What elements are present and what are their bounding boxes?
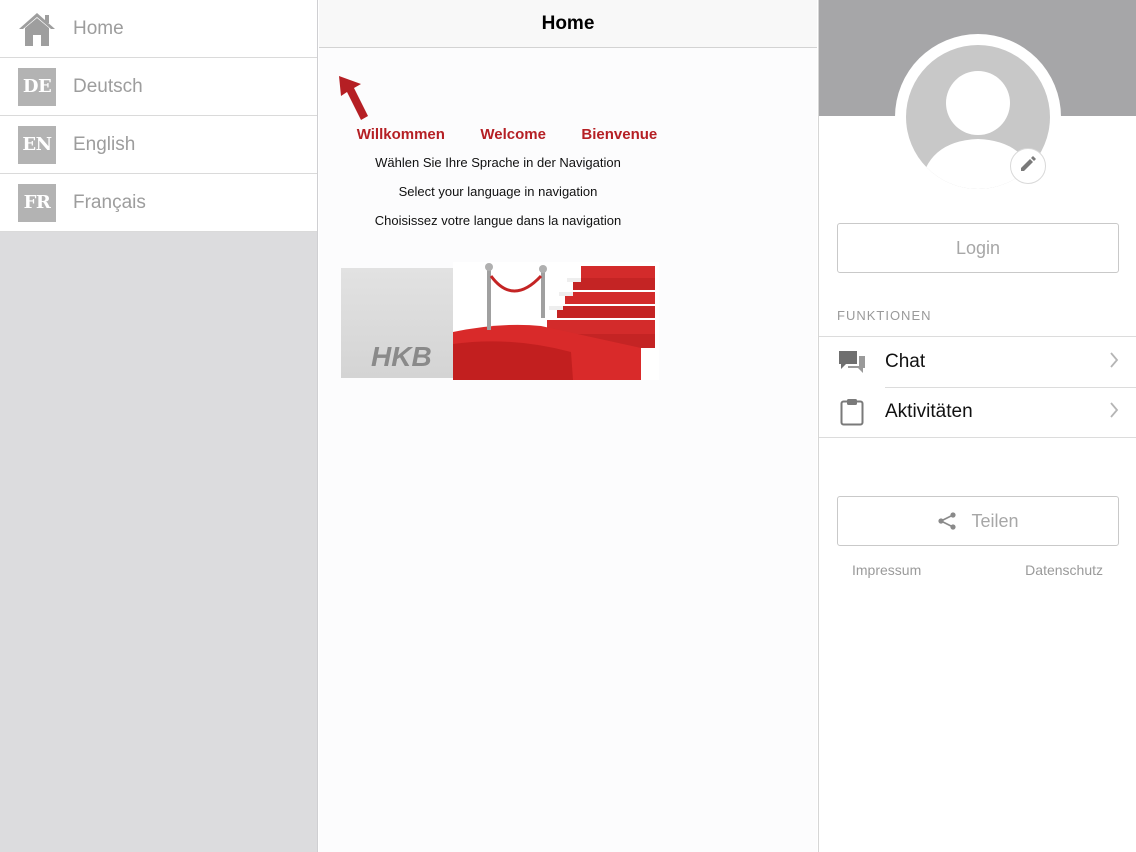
sidebar-item-english[interactable]: EN English: [0, 116, 317, 174]
instruction-de: Wählen Sie Ihre Sprache in der Navigatio…: [375, 155, 621, 170]
functions-menu: Chat Aktivitäten: [819, 336, 1136, 438]
chevron-right-icon: [1109, 401, 1119, 423]
chat-icon: [837, 349, 867, 375]
menu-item-aktivitaeten[interactable]: Aktivitäten: [819, 387, 1136, 437]
share-label: Teilen: [971, 510, 1019, 531]
sidebar-item-francais[interactable]: FR Français: [0, 174, 317, 232]
datenschutz-link[interactable]: Datenschutz: [1025, 562, 1103, 578]
hkb-logo: HKB: [371, 341, 432, 372]
menu-item-label: Aktivitäten: [885, 401, 973, 422]
sidebar-menu: Home DE Deutsch EN English FR Français: [0, 0, 317, 232]
sidebar-item-deutsch[interactable]: DE Deutsch: [0, 58, 317, 116]
sidebar-item-label: Français: [73, 191, 146, 213]
login-label: Login: [955, 237, 1001, 258]
share-button[interactable]: Teilen: [837, 496, 1119, 546]
en-flag-icon: EN: [18, 125, 56, 164]
arrow-up-icon: [337, 76, 371, 127]
de-flag-icon: DE: [18, 67, 56, 106]
sidebar-item-label: Deutsch: [73, 75, 143, 97]
chevron-right-icon: [1109, 351, 1119, 373]
fr-flag-icon: FR: [18, 183, 56, 222]
sidebar: Home DE Deutsch EN English FR Français: [0, 0, 318, 852]
impressum-link[interactable]: Impressum: [852, 562, 921, 578]
menu-item-chat[interactable]: Chat: [819, 337, 1136, 387]
sidebar-item-label: English: [73, 133, 136, 155]
instruction-fr: Choisissez votre langue dans la navigati…: [374, 213, 622, 228]
pencil-icon: [1019, 155, 1037, 178]
page-title: Home: [541, 12, 595, 34]
sidebar-item-home[interactable]: Home: [0, 0, 317, 58]
welcome-fr: Bienvenue: [581, 126, 658, 143]
welcome-de: Willkommen: [356, 126, 445, 143]
home-icon: [18, 10, 56, 48]
edit-avatar-button[interactable]: [1010, 148, 1046, 184]
navigation-bar: Home: [319, 0, 817, 48]
share-icon: [937, 511, 957, 531]
profile-panel: Login FUNKTIONEN Chat Aktivitäten Teilen…: [818, 0, 1136, 852]
red-carpet-banner: HKB: [341, 262, 659, 380]
sidebar-item-label: Home: [73, 17, 124, 39]
welcome-row: Willkommen Welcome Bienvenue: [319, 126, 675, 143]
clipboard-icon: [837, 398, 867, 426]
instruction-en: Select your language in navigation: [398, 184, 598, 199]
section-title: FUNKTIONEN: [837, 308, 932, 323]
main-content: Home Willkommen Welcome Bienvenue Wählen…: [319, 0, 817, 852]
login-button[interactable]: Login: [837, 223, 1119, 273]
menu-item-label: Chat: [885, 351, 926, 372]
welcome-en: Welcome: [480, 126, 546, 143]
